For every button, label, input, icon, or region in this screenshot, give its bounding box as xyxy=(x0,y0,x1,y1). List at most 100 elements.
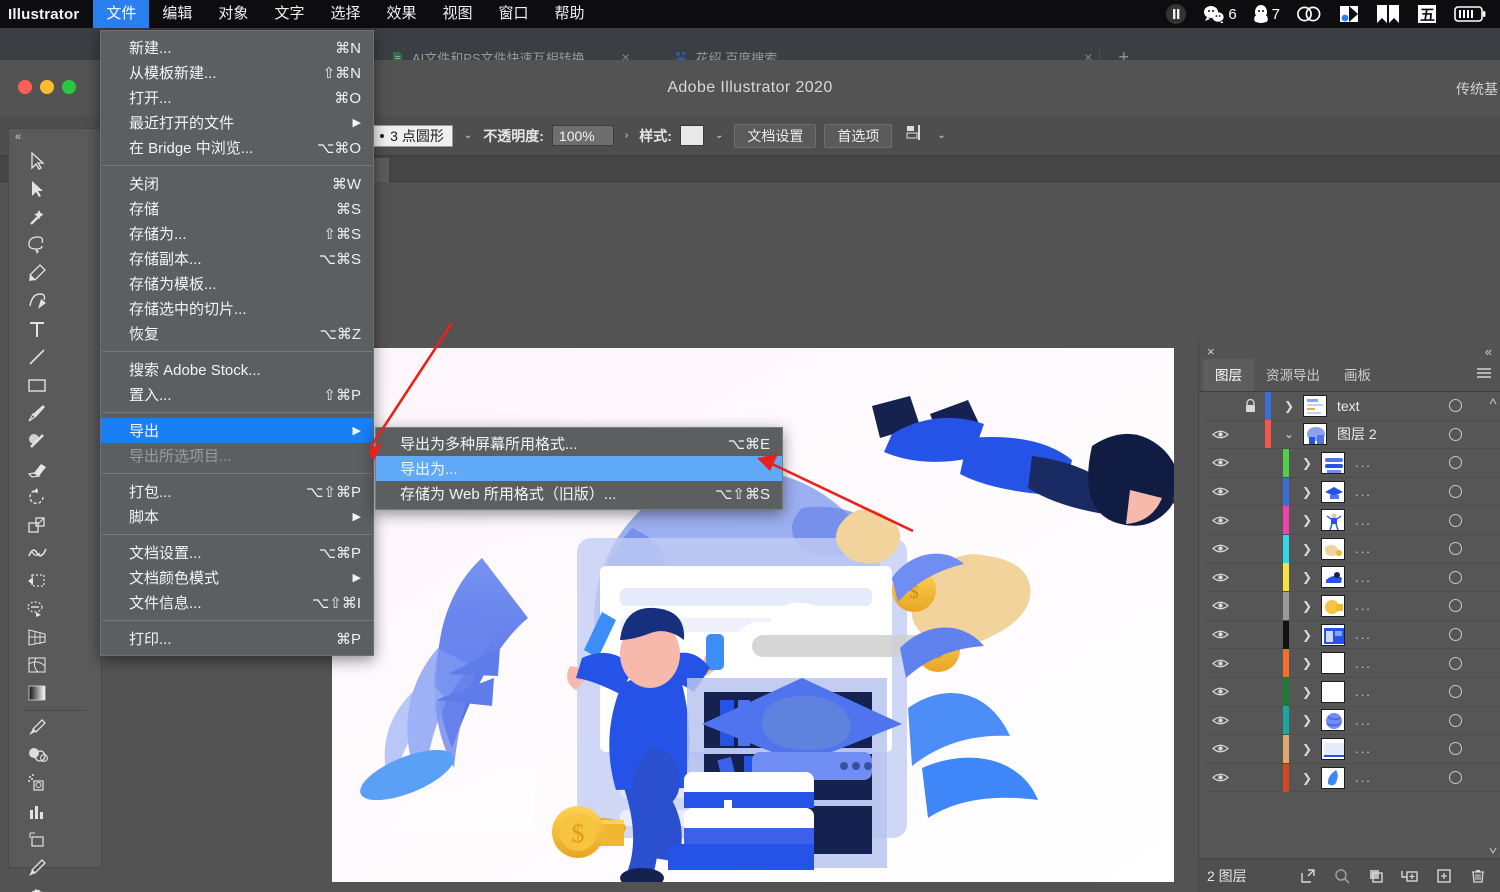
layers-scrollbar[interactable] xyxy=(1489,396,1497,854)
slice-tool[interactable] xyxy=(17,854,56,882)
tab-layers[interactable]: 图层 xyxy=(1203,359,1254,391)
visibility-toggle[interactable] xyxy=(1205,486,1235,497)
chevron-right-icon[interactable]: ❯ xyxy=(1297,685,1317,699)
chevron-right-icon[interactable]: › xyxy=(622,130,631,141)
layer-name[interactable]: ... xyxy=(1355,513,1372,528)
chevron-down-icon[interactable]: ⌄ xyxy=(712,130,726,141)
line-segment-tool[interactable] xyxy=(17,343,56,371)
target-indicator[interactable] xyxy=(1449,570,1462,584)
creative-cloud-icon[interactable] xyxy=(1290,4,1328,24)
eraser-tool[interactable] xyxy=(17,455,56,483)
symbol-sprayer-tool[interactable] xyxy=(17,770,56,798)
target-indicator[interactable] xyxy=(1449,713,1462,727)
layer-name[interactable]: ... xyxy=(1355,455,1372,470)
table-row[interactable]: ❯ ... xyxy=(1205,591,1500,621)
chevron-right-icon[interactable]: ❯ xyxy=(1297,742,1317,756)
shaper-tool[interactable] xyxy=(17,427,56,455)
menu-item-place[interactable]: 置入... ⇧⌘P xyxy=(101,382,373,407)
chevron-down-icon[interactable]: ⌄ xyxy=(461,130,475,141)
bookmark-icon[interactable] xyxy=(1370,4,1406,24)
layer-name[interactable]: ... xyxy=(1355,541,1372,556)
chevron-right-icon[interactable]: ❯ xyxy=(1297,485,1317,499)
layers-list[interactable]: ❯ text ⌄ 图层 2 ❯ ... ❯ ... ❯ ... ❯ ... ❯ … xyxy=(1199,392,1500,858)
table-row[interactable]: ❯ ... xyxy=(1205,763,1500,793)
document-setup-button[interactable]: 文档设置 xyxy=(734,123,817,148)
curvature-tool[interactable] xyxy=(17,287,56,315)
delete-layer-icon[interactable] xyxy=(1461,868,1495,884)
layer-name[interactable]: 图层 2 xyxy=(1337,424,1377,444)
menu-item-save[interactable]: 存储 ⌘S xyxy=(101,196,373,221)
visibility-toggle[interactable] xyxy=(1205,457,1235,468)
table-row[interactable]: ❯ ... xyxy=(1205,734,1500,764)
table-row[interactable]: ❯ ... xyxy=(1205,706,1500,736)
visibility-toggle[interactable] xyxy=(1205,515,1235,526)
panel-menu-icon[interactable] xyxy=(1476,366,1492,384)
direct-selection-tool[interactable] xyxy=(17,175,56,203)
menu-item-scripts[interactable]: 脚本 ▶ xyxy=(101,504,373,529)
visibility-toggle[interactable] xyxy=(1205,686,1235,697)
table-row[interactable]: ❯ text xyxy=(1205,392,1500,421)
visibility-toggle[interactable] xyxy=(1205,543,1235,554)
close-icon[interactable]: × xyxy=(1207,344,1215,359)
layer-name[interactable]: text xyxy=(1337,398,1360,414)
rectangle-tool[interactable] xyxy=(17,371,56,399)
visibility-toggle[interactable] xyxy=(1205,600,1235,611)
layer-name[interactable]: ... xyxy=(1355,770,1372,785)
menu-object[interactable]: 对象 xyxy=(205,0,261,28)
magic-wand-tool[interactable] xyxy=(17,203,56,231)
visibility-toggle[interactable] xyxy=(1205,572,1235,583)
layer-name[interactable]: ... xyxy=(1355,656,1372,671)
table-row[interactable]: ❯ ... xyxy=(1205,563,1500,593)
table-row[interactable]: ❯ ... xyxy=(1205,534,1500,564)
type-tool[interactable] xyxy=(17,315,56,343)
hand-tool[interactable] xyxy=(17,882,56,892)
target-indicator[interactable] xyxy=(1449,542,1462,556)
release-to-layers-icon[interactable] xyxy=(1291,868,1325,884)
submenu-item-export-for-screens[interactable]: 导出为多种屏幕所用格式... ⌥⌘E xyxy=(376,431,782,456)
workspace-switcher[interactable]: 传统基 xyxy=(1456,79,1498,99)
layer-name[interactable]: ... xyxy=(1355,598,1372,613)
visibility-toggle[interactable] xyxy=(1205,429,1235,440)
chevron-down-icon[interactable]: ⌄ xyxy=(934,130,948,141)
align-icon[interactable] xyxy=(906,124,926,147)
minimize-window-button[interactable] xyxy=(40,80,54,94)
menu-item-save-a-copy[interactable]: 存储副本... ⌥⌘S xyxy=(101,246,373,271)
menu-select[interactable]: 选择 xyxy=(317,0,373,28)
chevron-down-icon[interactable]: ⌄ xyxy=(1279,427,1299,441)
menu-item-print[interactable]: 打印... ⌘P xyxy=(101,626,373,651)
create-sublayer-icon[interactable] xyxy=(1393,868,1427,884)
locate-object-icon[interactable] xyxy=(1325,868,1359,884)
new-layer-icon[interactable] xyxy=(1427,868,1461,884)
menu-item-file-info[interactable]: 文件信息... ⌥⇧⌘I xyxy=(101,590,373,615)
menu-item-package[interactable]: 打包... ⌥⇧⌘P xyxy=(101,479,373,504)
table-row[interactable]: ❯ ... xyxy=(1205,448,1500,478)
stroke-profile-select[interactable]: 3 点圆形 xyxy=(371,124,453,147)
menu-item-open[interactable]: 打开... ⌘O xyxy=(101,85,373,110)
artboard-tool[interactable] xyxy=(17,826,56,854)
preferences-button[interactable]: 首选项 xyxy=(824,123,893,148)
collapse-panel-icon[interactable]: « xyxy=(1485,344,1492,359)
target-indicator[interactable] xyxy=(1449,685,1462,699)
target-indicator[interactable] xyxy=(1449,456,1462,470)
layer-name[interactable]: ... xyxy=(1355,484,1372,499)
mesh-tool[interactable] xyxy=(17,651,56,679)
make-clipping-mask-icon[interactable] xyxy=(1359,868,1393,884)
maximize-window-button[interactable] xyxy=(62,80,76,94)
menu-item-document-color-mode[interactable]: 文档颜色模式 ▶ xyxy=(101,565,373,590)
menu-item-save-selected-slices[interactable]: 存储选中的切片... xyxy=(101,296,373,321)
app-name-label[interactable]: Illustrator xyxy=(0,6,93,23)
opacity-input[interactable]: 100% xyxy=(551,125,614,146)
chevron-right-icon[interactable]: ❯ xyxy=(1297,570,1317,584)
layer-name[interactable]: ... xyxy=(1355,570,1372,585)
wechat-icon[interactable]: 6 xyxy=(1197,5,1242,23)
menu-item-export[interactable]: 导出 ▶ xyxy=(101,418,373,443)
layer-name[interactable]: ... xyxy=(1355,684,1372,699)
menu-item-open-recent[interactable]: 最近打开的文件 ▶ xyxy=(101,110,373,135)
submenu-item-export-as[interactable]: 导出为... xyxy=(376,456,782,481)
chevron-right-icon[interactable]: ❯ xyxy=(1297,713,1317,727)
width-tool[interactable] xyxy=(17,539,56,567)
menu-file[interactable]: 文件 xyxy=(93,0,150,28)
perspective-grid-tool[interactable] xyxy=(17,623,56,651)
target-indicator[interactable] xyxy=(1449,427,1462,441)
tab-artboards[interactable]: 画板 xyxy=(1332,359,1383,391)
